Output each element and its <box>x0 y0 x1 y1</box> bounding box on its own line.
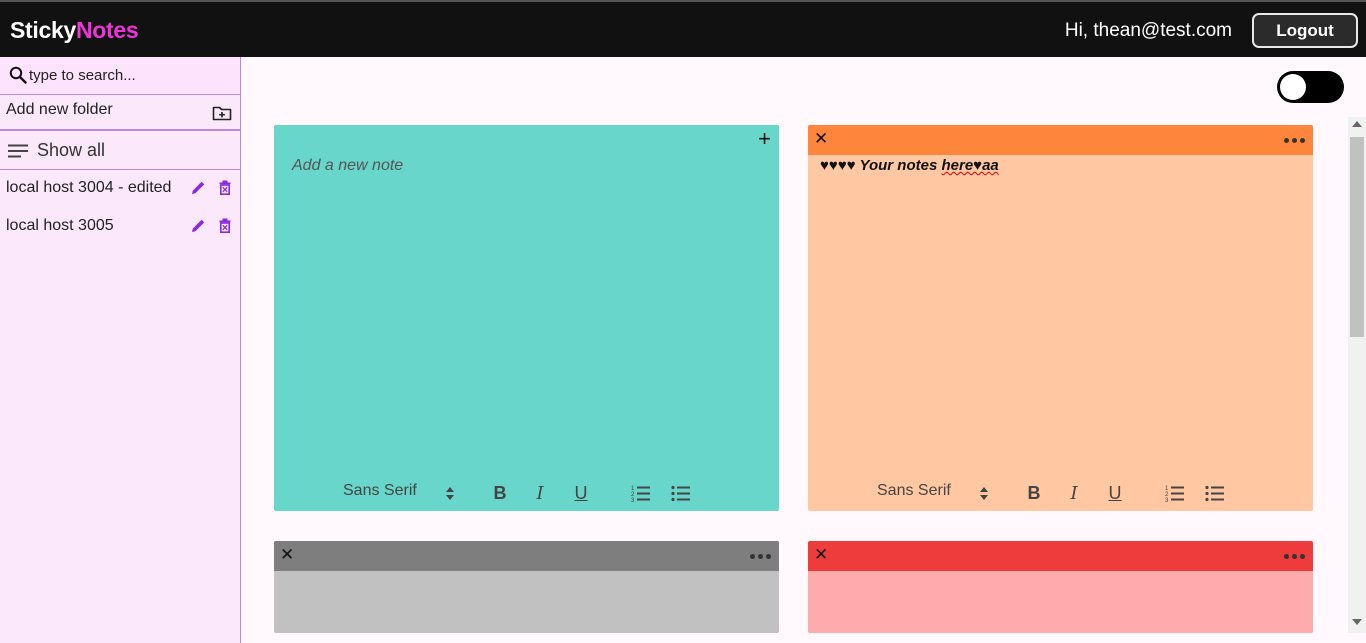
note-header: ✕ <box>808 125 1313 155</box>
italic-button[interactable]: I <box>1064 483 1084 504</box>
more-options-icon[interactable] <box>1284 554 1305 559</box>
format-toolbar: Sans Serif B I U 1 2 3 <box>808 481 1313 505</box>
bullet-list-icon[interactable] <box>671 484 691 502</box>
theme-toggle[interactable] <box>1277 71 1344 103</box>
select-arrows-icon <box>980 487 988 500</box>
top-navbar: StickyNotes Hi, thean@test.com Logout <box>0 0 1366 57</box>
add-folder-icon[interactable] <box>212 105 232 121</box>
search-bar <box>0 57 240 95</box>
trash-icon[interactable] <box>219 218 231 233</box>
more-options-icon[interactable] <box>750 554 771 559</box>
select-arrows-icon <box>446 487 454 500</box>
add-note-icon[interactable]: + <box>758 127 771 151</box>
folder-label: local host 3005 <box>6 217 114 234</box>
toggle-knob <box>1280 74 1306 100</box>
user-greeting: Hi, thean@test.com <box>1064 20 1232 41</box>
search-input[interactable] <box>29 63 229 87</box>
list-icon <box>8 144 28 157</box>
pencil-icon[interactable] <box>191 218 206 233</box>
scroll-down-arrow-icon[interactable] <box>1352 619 1362 625</box>
add-folder-row[interactable]: Add new folder <box>0 95 240 131</box>
folder-item[interactable]: local host 3005 <box>0 211 240 241</box>
note-card: ✕ <box>808 541 1313 633</box>
note-card: ✕ ♥♥♥♥ Your notes here♥aa Sans Serif B I… <box>808 125 1313 511</box>
underline-button[interactable]: U <box>1105 483 1125 504</box>
italic-button[interactable]: I <box>530 483 550 504</box>
show-all-item[interactable]: Show all <box>0 132 240 170</box>
logo-notes: Notes <box>75 17 139 43</box>
close-icon[interactable]: ✕ <box>814 130 828 148</box>
sidebar: Add new folder Show all local host 3004 … <box>0 57 241 643</box>
logo-sticky: Sticky <box>10 17 76 43</box>
more-options-icon[interactable] <box>1284 138 1305 143</box>
scrollbar[interactable] <box>1348 117 1366 633</box>
note-card: ✕ <box>274 541 779 633</box>
ordered-list-icon[interactable]: 1 2 3 <box>631 484 651 502</box>
close-icon[interactable]: ✕ <box>814 546 828 564</box>
svg-text:3: 3 <box>1165 498 1169 502</box>
search-icon <box>9 66 27 84</box>
trash-icon[interactable] <box>219 180 231 195</box>
add-folder-label: Add new folder <box>6 101 113 118</box>
new-note-card: + Add a new note Sans Serif B I U 1 2 3 <box>274 125 779 511</box>
scroll-up-arrow-icon[interactable] <box>1352 121 1362 127</box>
folder-item[interactable]: local host 3004 - edited <box>0 173 240 203</box>
ordered-list-icon[interactable]: 1 2 3 <box>1165 484 1185 502</box>
bullet-list-icon[interactable] <box>1205 484 1225 502</box>
note-header: ✕ <box>808 541 1313 571</box>
note-text-misspelled: here♥aa <box>941 157 999 174</box>
close-icon[interactable]: ✕ <box>280 546 294 564</box>
show-all-label: Show all <box>37 140 106 160</box>
font-select[interactable]: Sans Serif <box>343 482 417 500</box>
format-toolbar: Sans Serif B I U 1 2 3 <box>274 481 779 505</box>
logout-button[interactable]: Logout <box>1252 13 1358 48</box>
note-header: ✕ <box>274 541 779 571</box>
bold-button[interactable]: B <box>490 483 510 504</box>
pencil-icon[interactable] <box>191 180 206 195</box>
bold-button[interactable]: B <box>1024 483 1044 504</box>
svg-text:3: 3 <box>631 498 635 502</box>
folder-label: local host 3004 - edited <box>6 179 172 196</box>
note-text: ♥♥♥♥ Your notes <box>820 157 942 174</box>
scrollbar-thumb[interactable] <box>1350 137 1364 337</box>
note-content[interactable]: ♥♥♥♥ Your notes here♥aa <box>820 157 999 174</box>
app-logo[interactable]: StickyNotes <box>10 17 139 44</box>
new-note-input[interactable]: Add a new note <box>292 157 403 175</box>
underline-button[interactable]: U <box>571 483 591 504</box>
font-select[interactable]: Sans Serif <box>877 482 951 500</box>
